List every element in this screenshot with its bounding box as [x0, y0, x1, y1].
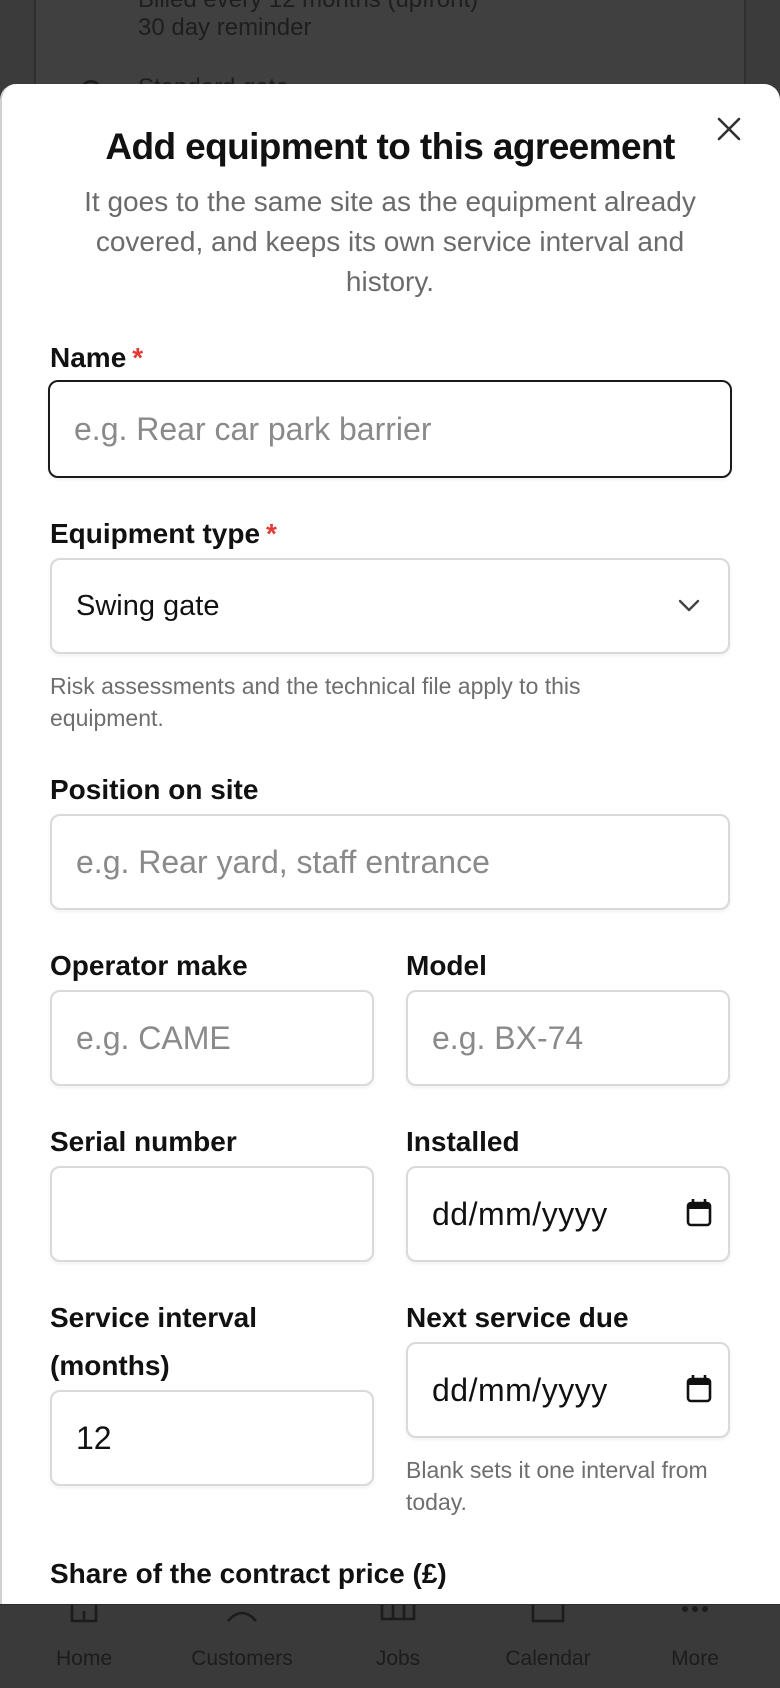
next-service-date-value: dd/mm/yyyy	[432, 1371, 608, 1408]
serial-number-input[interactable]	[76, 1168, 372, 1260]
modal-title: Add equipment to this agreement	[105, 126, 675, 167]
calendar-picker-icon[interactable]	[676, 1367, 722, 1413]
calendar-icon	[531, 1605, 565, 1623]
name-label-text: Name	[50, 342, 127, 373]
position-field[interactable]	[50, 814, 730, 910]
installed-date-value: dd/mm/yyyy	[432, 1195, 608, 1232]
next-service-date-field[interactable]: dd/mm/yyyy	[406, 1342, 730, 1438]
home-icon	[70, 1605, 98, 1623]
tab-more[interactable]: More	[652, 1605, 738, 1688]
service-interval-value: 12	[76, 1419, 112, 1456]
required-mark: *	[266, 518, 277, 549]
contract-share-label: Share of the contract price (£)	[50, 1558, 447, 1589]
bottom-tab-bar: Home Customers Jobs Calendar More	[0, 1604, 780, 1688]
operator-make-field[interactable]	[50, 990, 374, 1086]
operator-make-label: Operator make	[50, 950, 248, 981]
tab-customers[interactable]: Customers	[182, 1605, 302, 1688]
modal-subtitle: It goes to the same site as the equipmen…	[84, 186, 696, 297]
name-field[interactable]	[48, 380, 732, 478]
required-mark: *	[132, 342, 144, 373]
tab-jobs-label: Jobs	[375, 1647, 421, 1670]
equipment-type-label-text: Equipment type	[50, 518, 261, 549]
model-label: Model	[406, 950, 487, 981]
more-icon	[682, 1606, 708, 1612]
equipment-type-selected: Swing gate	[76, 589, 220, 622]
tab-more-label: More	[671, 1647, 719, 1670]
name-label: Name *	[50, 342, 143, 374]
installed-label: Installed	[406, 1126, 520, 1157]
tab-customers-label: Customers	[191, 1647, 293, 1670]
customers-icon	[227, 1611, 257, 1622]
tab-home-label: Home	[55, 1647, 113, 1670]
equipment-type-help: Risk assessments and the technical file …	[50, 673, 581, 731]
equipment-type-label: Equipment type *	[50, 518, 277, 550]
tab-calendar-label: Calendar	[505, 1647, 591, 1670]
model-field[interactable]	[406, 990, 730, 1086]
service-interval-field[interactable]: 12	[50, 1390, 374, 1486]
installed-date-field[interactable]: dd/mm/yyyy	[406, 1166, 730, 1262]
serial-number-label: Serial number	[50, 1126, 237, 1157]
position-label: Position on site	[50, 774, 259, 805]
equipment-type-select[interactable]: Swing gate	[50, 558, 730, 654]
background-reminder-text: 30 day reminder	[138, 14, 312, 41]
name-input[interactable]	[74, 382, 730, 476]
chevron-down-icon	[678, 599, 700, 612]
jobs-icon	[380, 1605, 416, 1621]
next-service-label: Next service due	[406, 1302, 629, 1333]
service-interval-label: Service interval (months)	[50, 1302, 258, 1381]
tab-home[interactable]: Home	[28, 1605, 140, 1688]
background-billing-text: Billed every 12 months (upfront)	[138, 0, 478, 14]
next-service-help: Blank sets it one interval from today.	[406, 1457, 708, 1515]
position-input[interactable]	[76, 816, 728, 908]
operator-make-input[interactable]	[76, 992, 372, 1084]
calendar-picker-icon[interactable]	[676, 1191, 722, 1237]
serial-number-field[interactable]	[50, 1166, 374, 1262]
model-input[interactable]	[432, 992, 728, 1084]
tab-jobs[interactable]: Jobs	[348, 1605, 448, 1688]
tab-calendar[interactable]: Calendar	[494, 1605, 602, 1688]
